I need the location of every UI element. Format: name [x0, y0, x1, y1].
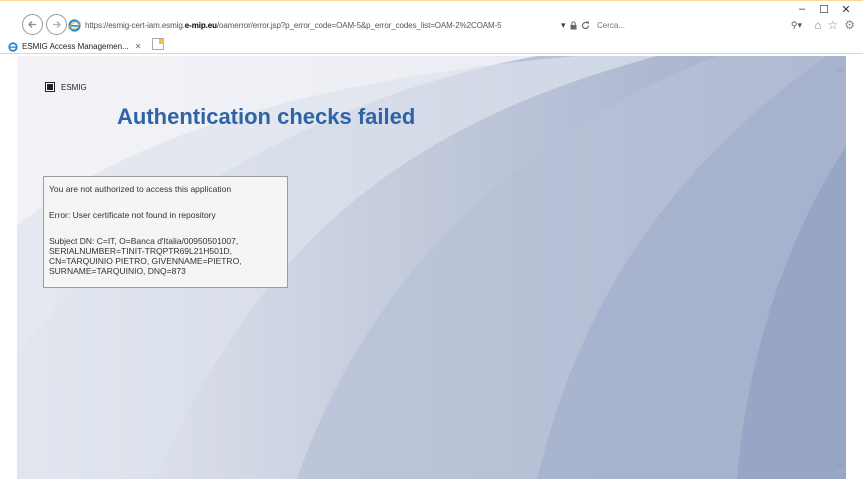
tab-close-icon[interactable]: ✕: [135, 42, 142, 51]
gear-icon[interactable]: ⚙: [844, 18, 855, 32]
error-panel: You are not authorized to access this ap…: [43, 176, 288, 288]
vertical-scrollbar[interactable]: ︿ ﹀: [834, 56, 846, 479]
logo-icon: [45, 82, 55, 92]
address-bar[interactable]: https://esmig-cert-iam.esmig.e-mip.eu/oa…: [68, 17, 580, 33]
page-title: Authentication checks failed: [117, 104, 416, 129]
logo-text: ESMIG: [61, 82, 87, 92]
scroll-up-icon[interactable]: ︿: [836, 63, 844, 74]
refresh-icon[interactable]: [581, 21, 590, 30]
star-icon[interactable]: ☆: [827, 18, 838, 32]
error-message: You are not authorized to access this ap…: [49, 184, 232, 194]
search-icon[interactable]: ⚲▾: [791, 20, 802, 31]
internet-explorer-icon: [68, 18, 81, 32]
logo-icon-mark: [47, 84, 53, 90]
back-button[interactable]: [22, 14, 43, 35]
arrow-right-icon: [53, 21, 61, 28]
window-top-edge: [0, 0, 863, 3]
error-detail: Error: User certificate not found in rep…: [49, 210, 216, 220]
url-host: e-mip.eu: [184, 20, 217, 30]
scroll-down-icon[interactable]: ﹀: [836, 462, 844, 473]
internet-explorer-icon: [8, 41, 18, 52]
page-content: ESMIG Authentication checks failed You a…: [17, 56, 846, 479]
lock-icon[interactable]: [570, 20, 577, 30]
dropdown-icon[interactable]: ▾: [561, 20, 566, 31]
url-prefix: https://esmig-cert-iam.esmig.: [85, 20, 185, 30]
forward-button[interactable]: [46, 14, 67, 35]
search-box[interactable]: ⚲▾: [591, 17, 806, 33]
search-input[interactable]: [597, 20, 767, 30]
home-icon[interactable]: ⌂: [814, 18, 821, 32]
tab-title: ESMIG Access Managemen...: [22, 42, 129, 51]
esmig-logo: ESMIG: [45, 82, 87, 92]
address-bar-tools: ▾: [561, 17, 590, 33]
navigation-bar: https://esmig-cert-iam.esmig.e-mip.eu/oa…: [0, 14, 863, 36]
tab-bar: ESMIG Access Managemen... ✕: [0, 36, 863, 54]
window-accent: [0, 0, 863, 1]
tab-esmig[interactable]: ESMIG Access Managemen... ✕: [8, 39, 158, 54]
toolbar-icons: ⌂ ☆ ⚙: [814, 18, 855, 32]
arrow-left-icon: [28, 21, 36, 28]
url-text: https://esmig-cert-iam.esmig.e-mip.eu/oa…: [85, 21, 501, 30]
new-tab-button[interactable]: [152, 38, 164, 50]
subject-dn: Subject DN: C=IT, O=Banca d'Italia/00950…: [49, 236, 242, 276]
url-path: /oamerror/error.jsp?p_error_code=OAM-5&p…: [216, 20, 502, 30]
